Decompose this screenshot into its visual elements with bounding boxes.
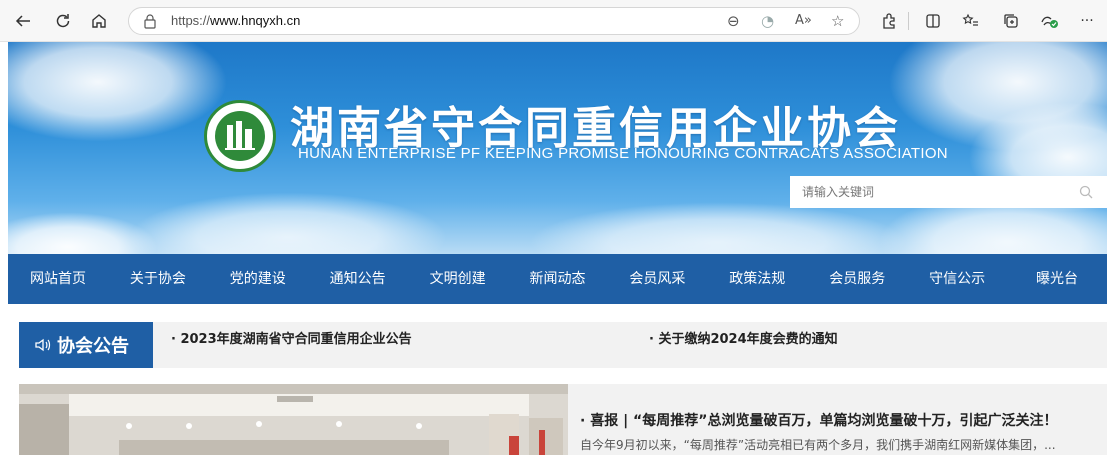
more-icon[interactable]: ··· xyxy=(1074,8,1100,34)
notice-link[interactable]: · 2023年度湖南省守合同重信用企业公告 xyxy=(171,328,412,347)
search-icon[interactable] xyxy=(1079,185,1093,199)
extensions-icon[interactable] xyxy=(876,8,902,34)
nav-item-credit-publicity[interactable]: 守信公示 xyxy=(907,254,1007,304)
favorite-icon[interactable]: ☆ xyxy=(831,12,844,30)
browser-toolbar: https://www.hnqyxh.cn ⊖ ◔ A» ☆ ··· xyxy=(0,0,1107,42)
read-aloud-icon[interactable]: A» xyxy=(795,13,812,28)
cloud-decoration xyxy=(8,42,228,142)
cloud-decoration xyxy=(528,202,908,254)
cloud-decoration xyxy=(128,192,448,254)
search-box xyxy=(790,176,1107,208)
nav-item-news[interactable]: 新闻动态 xyxy=(508,254,608,304)
nav-item-members[interactable]: 会员风采 xyxy=(607,254,707,304)
zoom-icon[interactable]: ⊖ xyxy=(727,12,740,30)
nav-item-party[interactable]: 党的建设 xyxy=(208,254,308,304)
split-screen-icon[interactable] xyxy=(920,8,946,34)
nav-item-policies[interactable]: 政策法规 xyxy=(707,254,807,304)
tracking-icon[interactable]: ◔ xyxy=(761,12,774,30)
nav-item-home[interactable]: 网站首页 xyxy=(8,254,108,304)
site-subtitle: HUNAN ENTERPRISE PF KEEPING PROMISE HONO… xyxy=(298,145,948,162)
back-icon[interactable] xyxy=(10,8,36,34)
notice-label: 协会公告 xyxy=(19,322,153,368)
notice-link[interactable]: · 关于缴纳2024年度会费的通知 xyxy=(649,328,838,347)
refresh-icon[interactable] xyxy=(50,8,76,34)
lock-icon[interactable] xyxy=(143,13,157,29)
toolbar-divider xyxy=(908,12,909,30)
association-logo[interactable] xyxy=(204,100,276,172)
news-title[interactable]: · 喜报 | “每周推荐”总浏览量破百万，单篇均浏览量破十万，引起广泛关注！ xyxy=(580,410,1057,430)
news-summary: 自今年9月初以来，“每周推荐”活动亮相已有两个多月，我们携手湖南红网新媒体集团，… xyxy=(580,438,1056,452)
address-bar[interactable]: https://www.hnqyxh.cn ⊖ ◔ A» ☆ xyxy=(128,7,860,35)
notice-bar: 协会公告 · 2023年度湖南省守合同重信用企业公告 · 关于缴纳2024年度会… xyxy=(19,322,1107,368)
speaker-icon xyxy=(35,338,51,352)
featured-news: · 喜报 | “每周推荐”总浏览量破百万，单篇均浏览量破十万，引起广泛关注！ 自… xyxy=(568,384,1107,455)
nav-item-services[interactable]: 会员服务 xyxy=(807,254,907,304)
home-icon[interactable] xyxy=(86,8,112,34)
nav-item-exposure[interactable]: 曝光台 xyxy=(1007,254,1107,304)
nav-item-notices[interactable]: 通知公告 xyxy=(308,254,408,304)
nav-item-about[interactable]: 关于协会 xyxy=(108,254,208,304)
cloud-decoration xyxy=(8,212,158,254)
search-input[interactable] xyxy=(790,176,1070,208)
collections-icon[interactable] xyxy=(998,8,1024,34)
performance-icon[interactable] xyxy=(1036,8,1062,34)
site-banner: 湖南省守合同重信用企业协会 HUNAN ENTERPRISE PF KEEPIN… xyxy=(8,42,1107,254)
news-photo[interactable] xyxy=(19,384,568,455)
logo-emblem xyxy=(215,111,265,161)
url-text[interactable]: https://www.hnqyxh.cn xyxy=(171,13,300,28)
notice-label-text: 协会公告 xyxy=(57,336,129,357)
favorites-list-icon[interactable] xyxy=(958,8,984,34)
nav-item-civilization[interactable]: 文明创建 xyxy=(408,254,508,304)
main-nav: 网站首页 关于协会 党的建设 通知公告 文明创建 新闻动态 会员风采 政策法规 … xyxy=(8,254,1107,304)
